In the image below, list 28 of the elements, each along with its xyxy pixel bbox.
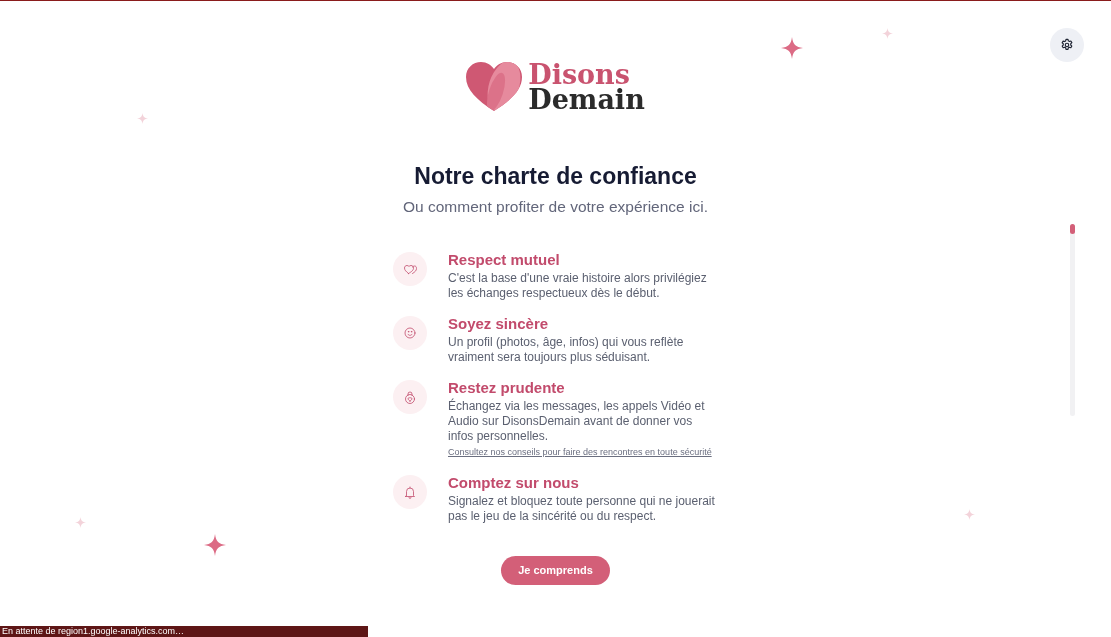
item-title: Soyez sincère: [448, 315, 550, 333]
item-title: Comptez sur nous: [448, 474, 580, 492]
page-title: Notre charte de confiance: [414, 162, 697, 190]
hearts-icon: [393, 252, 427, 286]
status-text: En attente de region1.google-analytics.com…: [2, 626, 185, 637]
scrollbar[interactable]: [1070, 224, 1075, 416]
page-subtitle: Ou comment profiter de votre expérience ici.: [403, 197, 708, 217]
logo-text: Demain: [528, 87, 645, 112]
settings-button[interactable]: [1050, 28, 1084, 62]
item-title: Respect mutuel: [448, 251, 561, 269]
smiley-icon: [393, 316, 427, 350]
heart-logo-icon: [466, 62, 523, 112]
logo-text: Disons: [528, 62, 630, 87]
sparkle-icon: [881, 27, 893, 39]
sparkle-icon: [204, 534, 226, 556]
sparkle-icon: [781, 37, 803, 59]
item-description: C'est la base d'une vraie histoire alors privilégiez les échanges respectueux dès le début.: [448, 271, 708, 301]
sparkle-icon: [963, 508, 975, 520]
sparkle-icon: [136, 112, 148, 124]
item-description: Signalez et bloquez toute personne qui ne jouerait pas le jeu de la sincérité ou du respect.: [448, 494, 716, 524]
settings-icon: [1060, 38, 1074, 52]
bell-icon: [393, 475, 427, 509]
item-description: Échangez via les messages, les appels Vidéo et Audio sur DisonsDemain avant de donner vos infos personnelles. Consultez nos conseils pour faire des rencontres en toute sécurité: [448, 399, 713, 459]
item-description: Un profil (photos, âge, infos) qui vous reflète vraiment sera toujours plus séduisant.: [448, 335, 685, 365]
sparkle-icon: [74, 516, 86, 528]
confirm-button[interactable]: Je comprends: [501, 556, 610, 585]
safety-tips-link[interactable]: Consultez nos conseils pour faire des rencontres en toute sécurité: [448, 447, 712, 457]
item-title: Restez prudente: [448, 379, 566, 397]
